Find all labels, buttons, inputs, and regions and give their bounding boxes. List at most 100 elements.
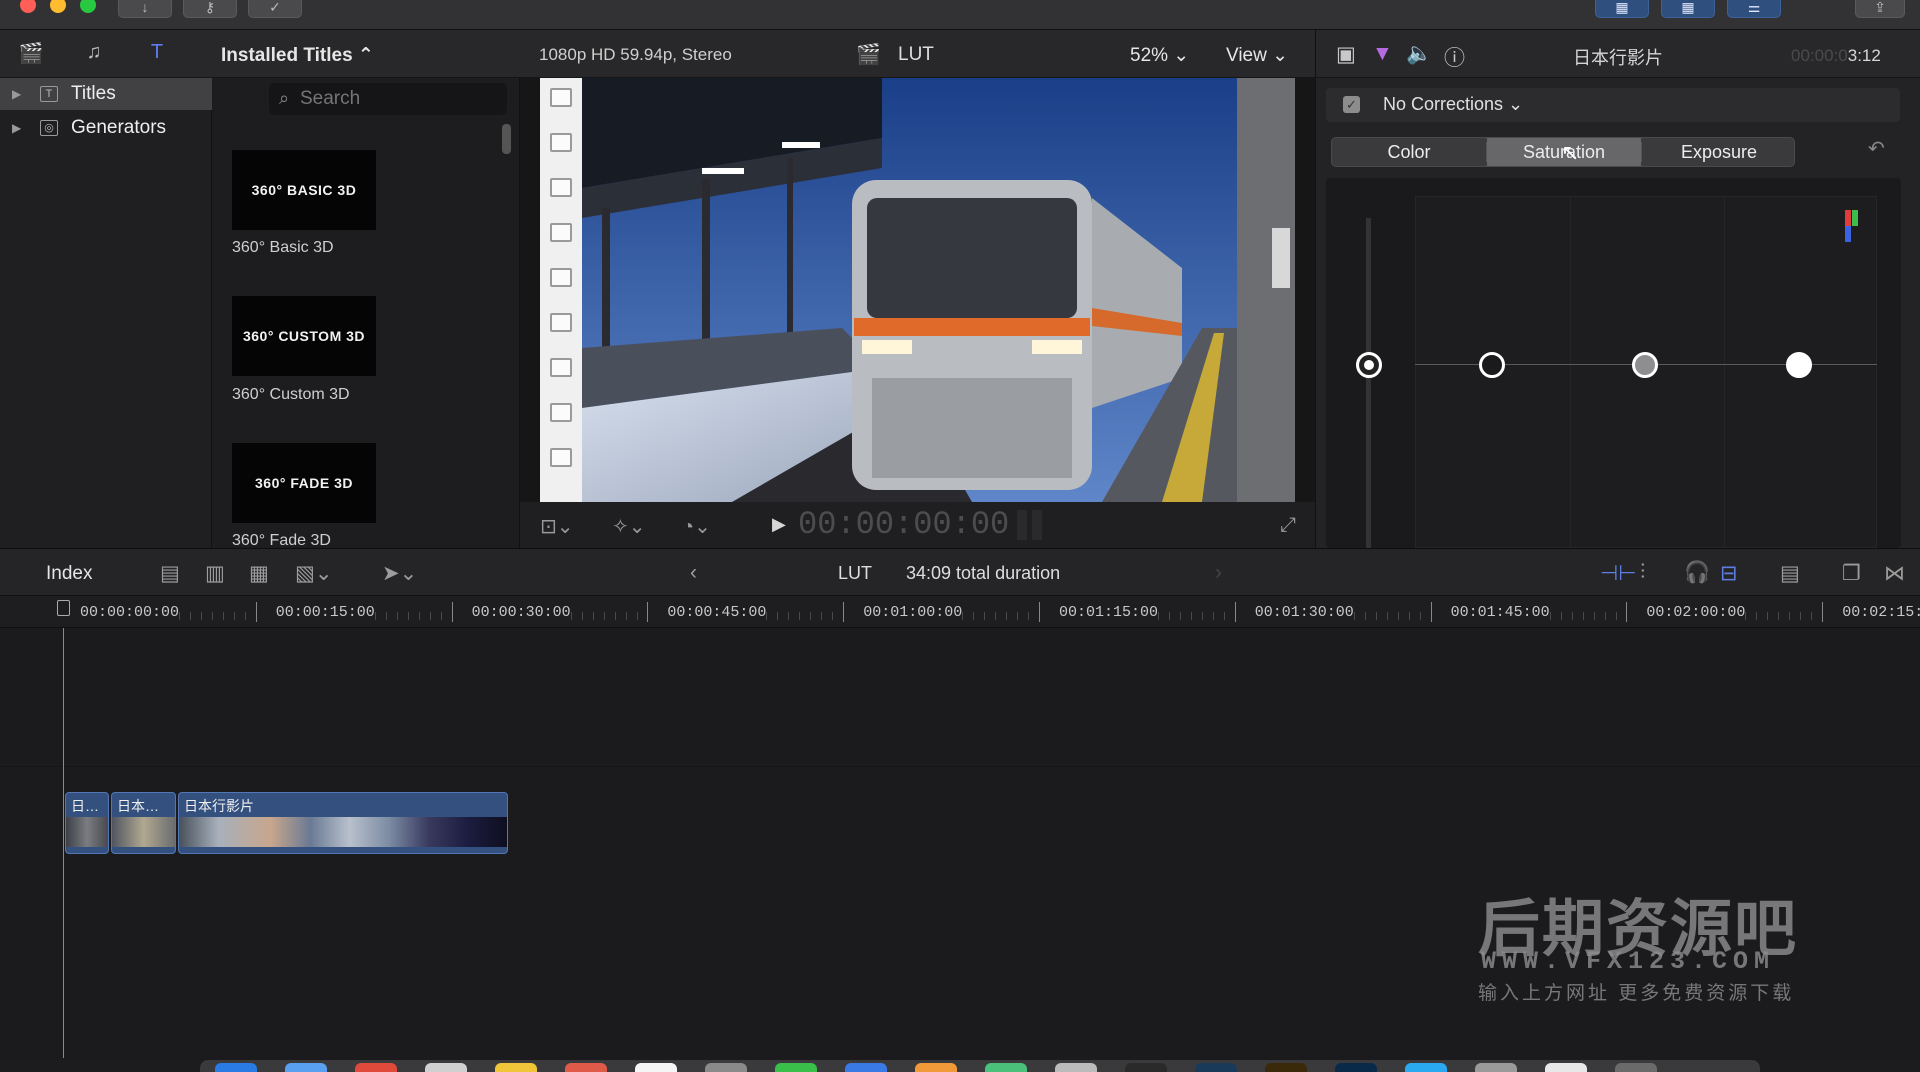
color-board[interactable] [1326, 178, 1901, 549]
ruler-minor-tick [1006, 612, 1008, 620]
view-menu[interactable]: View ⌄ [1226, 44, 1288, 67]
background-tasks-button[interactable]: ✓ [248, 0, 302, 18]
audio-inspector-icon[interactable]: 🔈 [1406, 42, 1432, 66]
dock-app-icon[interactable] [1615, 1063, 1657, 1072]
ruler-major-tick [1430, 602, 1432, 622]
correction-enable-checkbox[interactable]: ✓ [1343, 96, 1360, 113]
back-arrow-icon[interactable]: ‹ [690, 561, 697, 585]
dock-app-icon[interactable] [775, 1063, 817, 1072]
corrections-menu[interactable]: No Corrections ⌄ [1383, 94, 1523, 115]
dock-app-icon[interactable] [565, 1063, 607, 1072]
info-icon[interactable]: ⓘ [1444, 42, 1465, 72]
shadows-puck[interactable] [1479, 352, 1505, 378]
ruler-minor-tick [1364, 612, 1366, 620]
dock-app-icon[interactable] [1405, 1063, 1447, 1072]
import-button[interactable]: ↓ [118, 0, 172, 18]
connect-clip-icon[interactable]: ▤ [160, 561, 180, 586]
ruler-major-tick [843, 602, 845, 622]
dock-app-icon[interactable] [215, 1063, 257, 1072]
timeline-clip[interactable]: 日本行影片 [178, 792, 508, 854]
playhead[interactable] [63, 628, 64, 1058]
dock-app-icon[interactable] [985, 1063, 1027, 1072]
browser-scrollbar[interactable] [502, 124, 511, 154]
transitions-browser-icon[interactable]: ⋈ [1884, 561, 1905, 586]
ruler-minor-tick [603, 612, 605, 620]
library-icon[interactable]: 🎬 [17, 41, 45, 67]
master-puck[interactable] [1356, 352, 1382, 378]
midtones-puck[interactable] [1632, 352, 1658, 378]
clip-appearance-icon[interactable]: ▤ [1780, 561, 1800, 586]
index-button[interactable]: Index [46, 563, 92, 585]
dock-app-icon[interactable] [1335, 1063, 1377, 1072]
ruler-minor-tick [1017, 612, 1019, 620]
select-tool-icon[interactable]: ➤⌄ [382, 561, 417, 586]
video-skimming-icon[interactable]: ⊣⊢ [1600, 561, 1637, 586]
title-thumbnail[interactable]: 360° BASIC 3D [232, 150, 376, 230]
effects-browser-icon[interactable]: ❐ [1842, 561, 1861, 586]
disclosure-triangle-icon[interactable]: ▶ [12, 112, 21, 144]
installed-titles-menu[interactable]: Installed Titles ⌃ [221, 44, 374, 67]
titles-icon[interactable]: T [143, 41, 171, 67]
snapping-icon[interactable]: ⊟ [1720, 561, 1738, 586]
global-saturation-slider[interactable] [1366, 218, 1371, 548]
browser-toggle-button[interactable]: ▦ [1595, 0, 1649, 18]
ruler-minor-tick [1408, 612, 1410, 620]
forward-arrow-icon[interactable]: › [1215, 561, 1222, 585]
disclosure-triangle-icon[interactable]: ▶ [12, 78, 21, 110]
dock-app-icon[interactable] [635, 1063, 677, 1072]
title-thumbnail[interactable]: 360° FADE 3D [232, 443, 376, 523]
speed-icon[interactable]: ◔⌄ [682, 514, 711, 539]
dock-app-icon[interactable] [1195, 1063, 1237, 1072]
timeline-ruler[interactable]: 00:00:00:00 00:00:15:00 00:00:30:00 00:00:4… [0, 596, 1920, 628]
search-input[interactable] [300, 87, 500, 111]
video-frame[interactable] [582, 78, 1295, 502]
overwrite-clip-icon[interactable]: ▧⌄ [295, 561, 332, 586]
audio-skimming-icon[interactable]: ⫶ [1640, 561, 1645, 585]
timeline-clip[interactable]: 日… [65, 792, 109, 854]
ruler-major-tick [1039, 602, 1040, 622]
dock-app-icon[interactable] [705, 1063, 747, 1072]
share-button[interactable]: ⇪ [1855, 0, 1905, 18]
insert-clip-icon[interactable]: ▥ [205, 561, 225, 586]
zoom-menu[interactable]: 52% ⌄ [1130, 44, 1189, 67]
enhance-icon[interactable]: ✧⌄ [612, 514, 646, 539]
append-clip-icon[interactable]: ▦ [249, 561, 269, 586]
color-inspector-icon[interactable]: ▼ [1372, 42, 1393, 66]
sidebar-item-generators[interactable]: ▶ ◎ Generators [0, 112, 212, 144]
inspector-toggle-button[interactable]: ⚌ [1727, 0, 1781, 18]
project-name: LUT [898, 44, 934, 65]
close-window-button[interactable] [20, 0, 36, 13]
highlights-puck[interactable] [1786, 352, 1812, 378]
dock-app-icon[interactable] [845, 1063, 887, 1072]
dock-app-icon[interactable] [285, 1063, 327, 1072]
sidebar-item-titles[interactable]: ▶ T Titles [0, 78, 212, 110]
playhead-handle[interactable] [57, 600, 70, 616]
viewer[interactable] [520, 78, 1315, 502]
dock-app-icon[interactable] [425, 1063, 467, 1072]
dock-app-icon[interactable] [1475, 1063, 1517, 1072]
play-icon[interactable]: ▶ [772, 514, 786, 535]
ruler-minor-tick [766, 612, 768, 620]
tab-color[interactable]: Color [1332, 138, 1486, 166]
photos-audio-icon[interactable]: ♫ [80, 41, 108, 67]
video-inspector-icon[interactable]: ▣ [1336, 42, 1356, 67]
fullscreen-icon[interactable]: ⤢ [1280, 514, 1296, 537]
title-thumbnail[interactable]: 360° CUSTOM 3D [232, 296, 376, 376]
dock-app-icon[interactable] [355, 1063, 397, 1072]
dock-app-icon[interactable] [495, 1063, 537, 1072]
reset-icon[interactable]: ↶ [1868, 136, 1885, 161]
dock-app-icon[interactable] [1055, 1063, 1097, 1072]
zoom-window-button[interactable] [80, 0, 96, 13]
timeline-toggle-button[interactable]: ▦ [1661, 0, 1715, 18]
minimize-window-button[interactable] [50, 0, 66, 13]
keywords-button[interactable]: ⚷ [183, 0, 237, 18]
timeline-clip[interactable]: 日本… [111, 792, 176, 854]
dock-app-icon[interactable] [1265, 1063, 1307, 1072]
dock-app-icon[interactable] [915, 1063, 957, 1072]
dock-app-icon[interactable] [1125, 1063, 1167, 1072]
search-field[interactable]: ⌕ [269, 83, 507, 115]
tab-exposure[interactable]: Exposure [1642, 138, 1794, 166]
dock-app-icon[interactable] [1545, 1063, 1587, 1072]
transform-icon[interactable]: ⊡⌄ [540, 514, 574, 539]
headphones-icon[interactable]: 🎧 [1684, 561, 1710, 585]
